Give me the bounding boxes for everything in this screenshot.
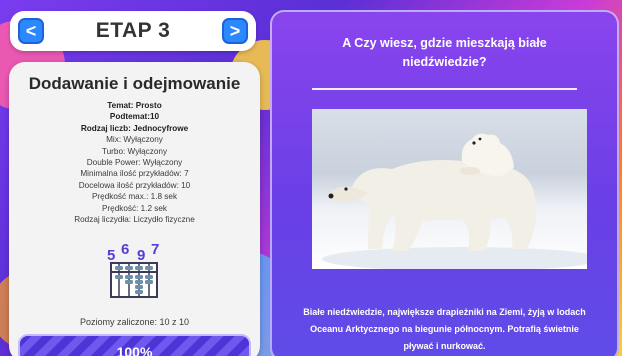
exercise-title: Dodawanie i odejmowanie xyxy=(28,74,241,93)
fact-text: Białe niedźwiedzie, największe drapieżni… xyxy=(303,307,586,351)
polar-bear-illustration xyxy=(322,133,602,271)
setting-max-speed: Prędkość max.: 1.8 sek xyxy=(91,192,178,202)
fun-fact-panel: A Czy wiesz, gdzie mieszkają białe niedź… xyxy=(270,10,619,356)
progress-bar: 100% xyxy=(18,334,251,356)
next-stage-button[interactable]: > xyxy=(222,18,248,44)
setting-target-examples: Docelowa ilość przykładów: 10 xyxy=(78,180,191,190)
abacus-icon: 5 6 9 7 xyxy=(105,241,165,301)
previous-stage-button[interactable]: < xyxy=(18,18,44,44)
setting-mix: Mix: Wyłączony xyxy=(106,135,163,145)
setting-min-examples: Minimalna ilość przykładów: 7 xyxy=(80,169,189,179)
exercise-settings: Temat: Prosto Podtemat:10 Rodzaj liczb: … xyxy=(9,100,260,225)
chevron-right-icon: > xyxy=(229,20,241,41)
setting-abacus-type: Rodzaj liczydła: Liczydło fizyczne xyxy=(74,215,195,225)
setting-subtopic: Podtemat:10 xyxy=(109,112,160,122)
divider xyxy=(312,88,577,90)
progress-label: 100% xyxy=(116,344,153,356)
setting-topic: Temat: Prosto xyxy=(107,101,162,110)
fact-question: A Czy wiesz, gdzie mieszkają białe niedź… xyxy=(342,36,547,69)
chevron-left-icon: < xyxy=(25,20,37,41)
stage-header: < ETAP 3 > xyxy=(10,11,256,51)
stage-title: ETAP 3 xyxy=(95,19,171,42)
setting-speed: Prędkość: 1.2 sek xyxy=(101,203,168,213)
setting-number-type: Rodzaj liczb: Jednocyfrowe xyxy=(80,123,189,133)
setting-turbo: Turbo: Wyłączony xyxy=(101,146,168,156)
levels-completed: Poziomy zaliczone: 10 z 10 xyxy=(79,317,190,327)
abacus-frame xyxy=(110,262,158,298)
setting-double-power: Double Power: Wyłączony xyxy=(86,158,183,168)
polar-bear-photo xyxy=(312,109,602,271)
exercise-info-card: Dodawanie i odejmowanie Temat: Prosto Po… xyxy=(9,62,260,356)
